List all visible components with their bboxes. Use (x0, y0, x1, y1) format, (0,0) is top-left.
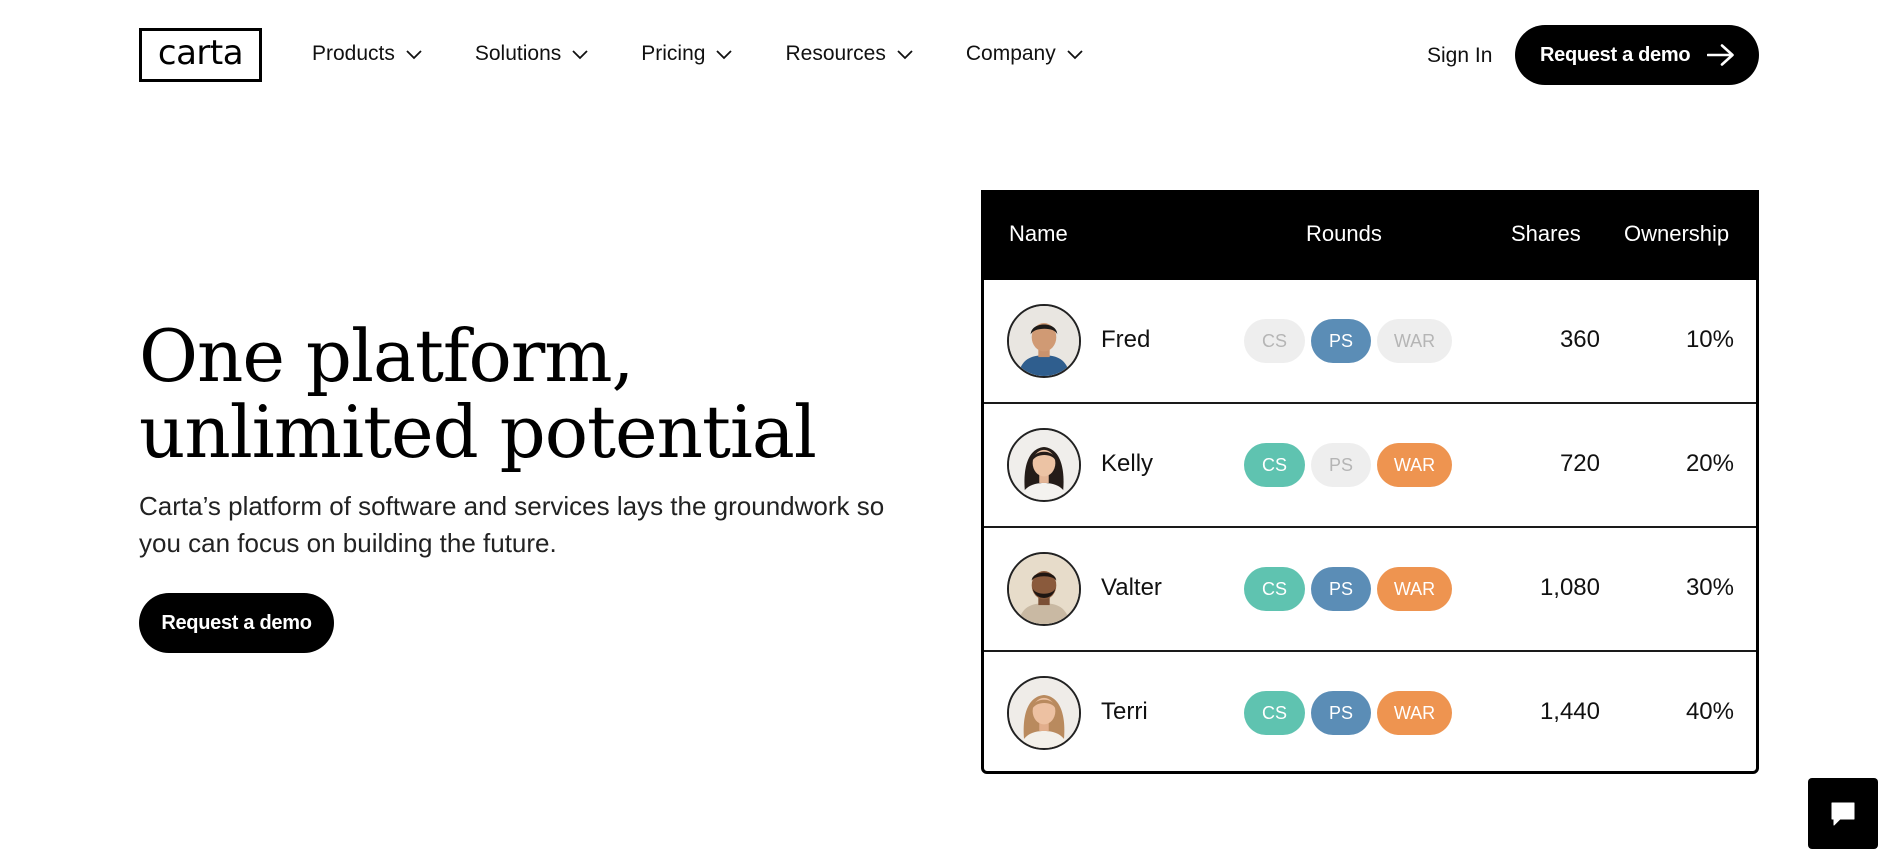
shareholder-name: Terri (1101, 698, 1148, 725)
shares-value: 720 (1559, 450, 1600, 477)
shares-value: 1,440 (1539, 698, 1600, 725)
round-pill-ps: PS (1311, 319, 1371, 363)
sign-in-link[interactable]: Sign In (1427, 44, 1492, 68)
nav-item-solutions[interactable]: Solutions (475, 42, 590, 66)
column-header-rounds: Rounds (1306, 221, 1382, 246)
nav-item-label: Pricing (641, 42, 706, 65)
table-row: Fred CS PS WAR 360 10% (984, 280, 1756, 404)
shares-value: 360 (1559, 326, 1600, 353)
shareholder-name: Fred (1101, 326, 1151, 353)
table-row: Kelly CS PS WAR 720 20% (984, 404, 1756, 528)
ownership-value: 10% (1685, 326, 1734, 353)
ownership-value: 20% (1685, 450, 1734, 477)
shareholder-name: Valter (1101, 574, 1162, 601)
round-pill-war: WAR (1377, 319, 1452, 363)
round-pill-ps: PS (1311, 567, 1371, 611)
hero-subtitle: Carta’s platform of software and service… (139, 491, 885, 558)
carta-logo[interactable]: carta (139, 28, 262, 82)
person-avatar-icon (1009, 554, 1079, 624)
request-demo-button-hero[interactable]: Request a demo (139, 593, 334, 653)
round-pill-war: WAR (1377, 443, 1452, 487)
round-pill-cs: CS (1244, 443, 1305, 487)
table-row: Terri CS PS WAR 1,440 40% (984, 652, 1756, 771)
ownership-value: 40% (1685, 698, 1734, 725)
avatar (1007, 304, 1081, 378)
nav-item-pricing[interactable]: Pricing (641, 42, 734, 66)
person-avatar-icon (1009, 678, 1079, 748)
table-row: Valter CS PS WAR 1,080 30% (984, 528, 1756, 652)
cap-table: Name Rounds Shares Ownership Fred CS PS … (981, 190, 1759, 774)
ownership-value: 30% (1685, 574, 1734, 601)
chat-bubble-icon (1831, 802, 1855, 825)
main-nav: Products Solutions Pricing Resources Com… (312, 42, 1085, 66)
person-avatar-icon (1009, 306, 1079, 376)
chevron-down-icon (406, 50, 422, 60)
round-pill-war: WAR (1377, 691, 1452, 735)
column-header-shares: Shares (1511, 221, 1581, 246)
nav-item-company[interactable]: Company (966, 42, 1085, 66)
chevron-down-icon (716, 50, 733, 60)
round-pill-cs: CS (1244, 691, 1305, 735)
person-avatar-icon (1009, 430, 1079, 500)
request-demo-button-header[interactable]: Request a demo (1515, 25, 1759, 85)
nav-item-label: Products (312, 42, 395, 65)
avatar (1007, 552, 1081, 626)
round-pill-war: WAR (1377, 567, 1452, 611)
round-pill-cs: CS (1244, 567, 1305, 611)
column-header-name: Name (1009, 221, 1068, 246)
nav-item-resources[interactable]: Resources (785, 42, 914, 66)
cap-table-header: Name Rounds Shares Ownership (984, 193, 1756, 280)
round-pill-cs: CS (1244, 319, 1305, 363)
column-header-ownership: Ownership (1624, 221, 1730, 246)
nav-item-label: Solutions (474, 42, 562, 65)
chevron-down-icon (572, 50, 588, 60)
nav-item-label: Company (965, 42, 1056, 65)
round-pill-ps: PS (1311, 691, 1371, 735)
shares-value: 1,080 (1539, 574, 1600, 601)
button-label: Request a demo (161, 611, 312, 634)
arrow-right-icon (1707, 44, 1734, 66)
avatar (1007, 676, 1081, 750)
site-header: carta Products Solutions Pricing Resourc… (0, 0, 1893, 112)
button-label: Request a demo (1540, 43, 1691, 66)
nav-item-products[interactable]: Products (312, 42, 424, 66)
round-pill-ps: PS (1311, 443, 1371, 487)
chevron-down-icon (1067, 50, 1083, 60)
shareholder-name: Kelly (1101, 450, 1154, 477)
hero-title: One platform, unlimited potential (139, 314, 817, 474)
chat-widget-button[interactable] (1808, 778, 1878, 849)
nav-item-label: Resources (785, 42, 886, 65)
avatar (1007, 428, 1081, 502)
chevron-down-icon (897, 50, 913, 60)
